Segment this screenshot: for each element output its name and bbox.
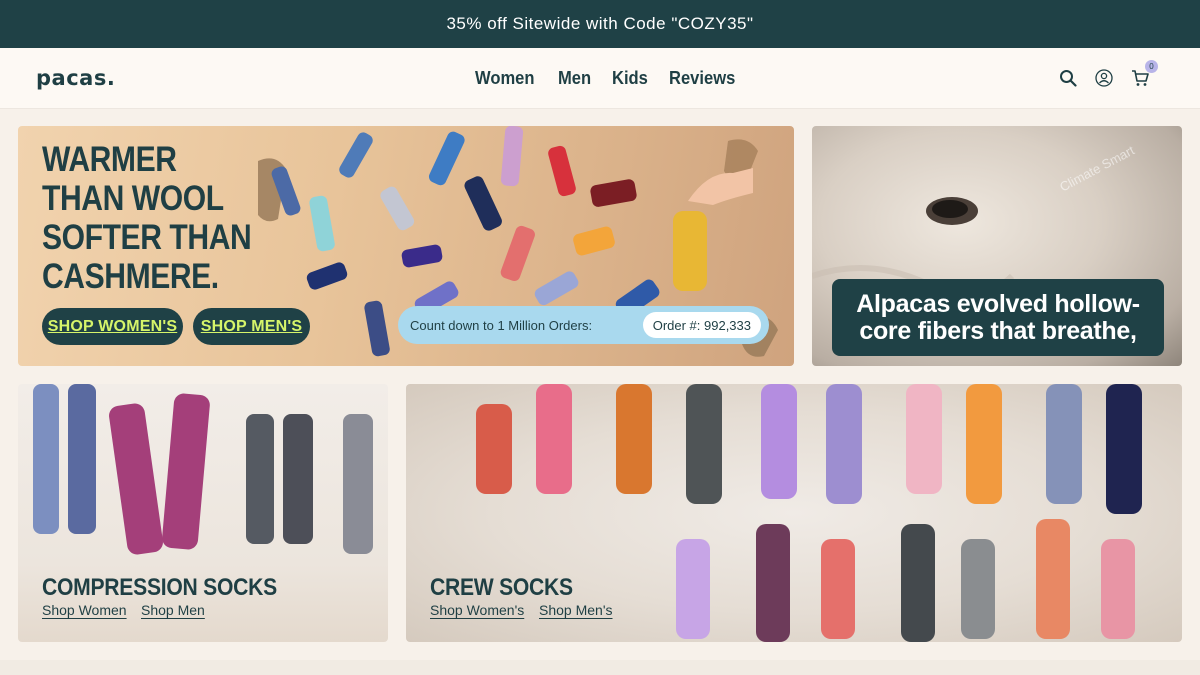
shop-mens-button[interactable]: SHOP MEN'S (193, 308, 310, 345)
account-icon[interactable] (1094, 68, 1114, 88)
alpaca-feature-banner[interactable]: Climate Smart Alpacas evolved hollow-cor… (812, 126, 1182, 366)
hero-headline: WARMER THAN WOOL SOFTER THAN CASHMERE. (42, 140, 252, 296)
site-header: pacas. Women Men Kids Reviews 0 (0, 48, 1200, 108)
nav-reviews[interactable]: Reviews (669, 68, 735, 89)
shop-womens-button[interactable]: SHOP WOMEN'S (42, 308, 183, 345)
alpaca-caption: Alpacas evolved hollow-core fibers that … (832, 279, 1164, 356)
compression-shop-men-link[interactable]: Shop Men (141, 602, 205, 618)
compression-title: COMPRESSION SOCKS (42, 574, 277, 601)
crew-shop-men-link[interactable]: Shop Men's (539, 602, 613, 618)
next-section-peek (0, 660, 1200, 675)
nav-kids[interactable]: Kids (612, 68, 648, 89)
hero-banner[interactable]: WARMER THAN WOOL SOFTER THAN CASHMERE. S… (18, 126, 794, 366)
main-nav: Women Men Kids Reviews (475, 48, 741, 108)
promo-text: 35% off Sitewide with Code "COZY35" (446, 14, 754, 33)
order-countdown: Count down to 1 Million Orders: Order #:… (398, 306, 769, 344)
promo-banner[interactable]: 35% off Sitewide with Code "COZY35" (0, 0, 1200, 48)
cart-icon[interactable]: 0 (1130, 60, 1158, 88)
compression-socks-photo (33, 384, 373, 555)
compression-socks-tile[interactable]: COMPRESSION SOCKS Shop Women Shop Men (18, 384, 388, 642)
crew-shop-women-link[interactable]: Shop Women's (430, 602, 524, 618)
nav-women[interactable]: Women (475, 68, 534, 89)
crew-title: CREW SOCKS (430, 574, 573, 601)
logo[interactable]: pacas. (36, 66, 115, 90)
countdown-label: Count down to 1 Million Orders: (410, 317, 593, 333)
compression-shop-women-link[interactable]: Shop Women (42, 602, 127, 618)
crew-socks-tile[interactable]: CREW SOCKS Shop Women's Shop Men's (406, 384, 1182, 642)
cart-count-badge: 0 (1145, 60, 1158, 73)
search-icon[interactable] (1058, 68, 1078, 88)
order-count: Order #: 992,333 (642, 312, 761, 338)
header-icons: 0 (1058, 48, 1158, 108)
nav-men[interactable]: Men (558, 68, 591, 89)
